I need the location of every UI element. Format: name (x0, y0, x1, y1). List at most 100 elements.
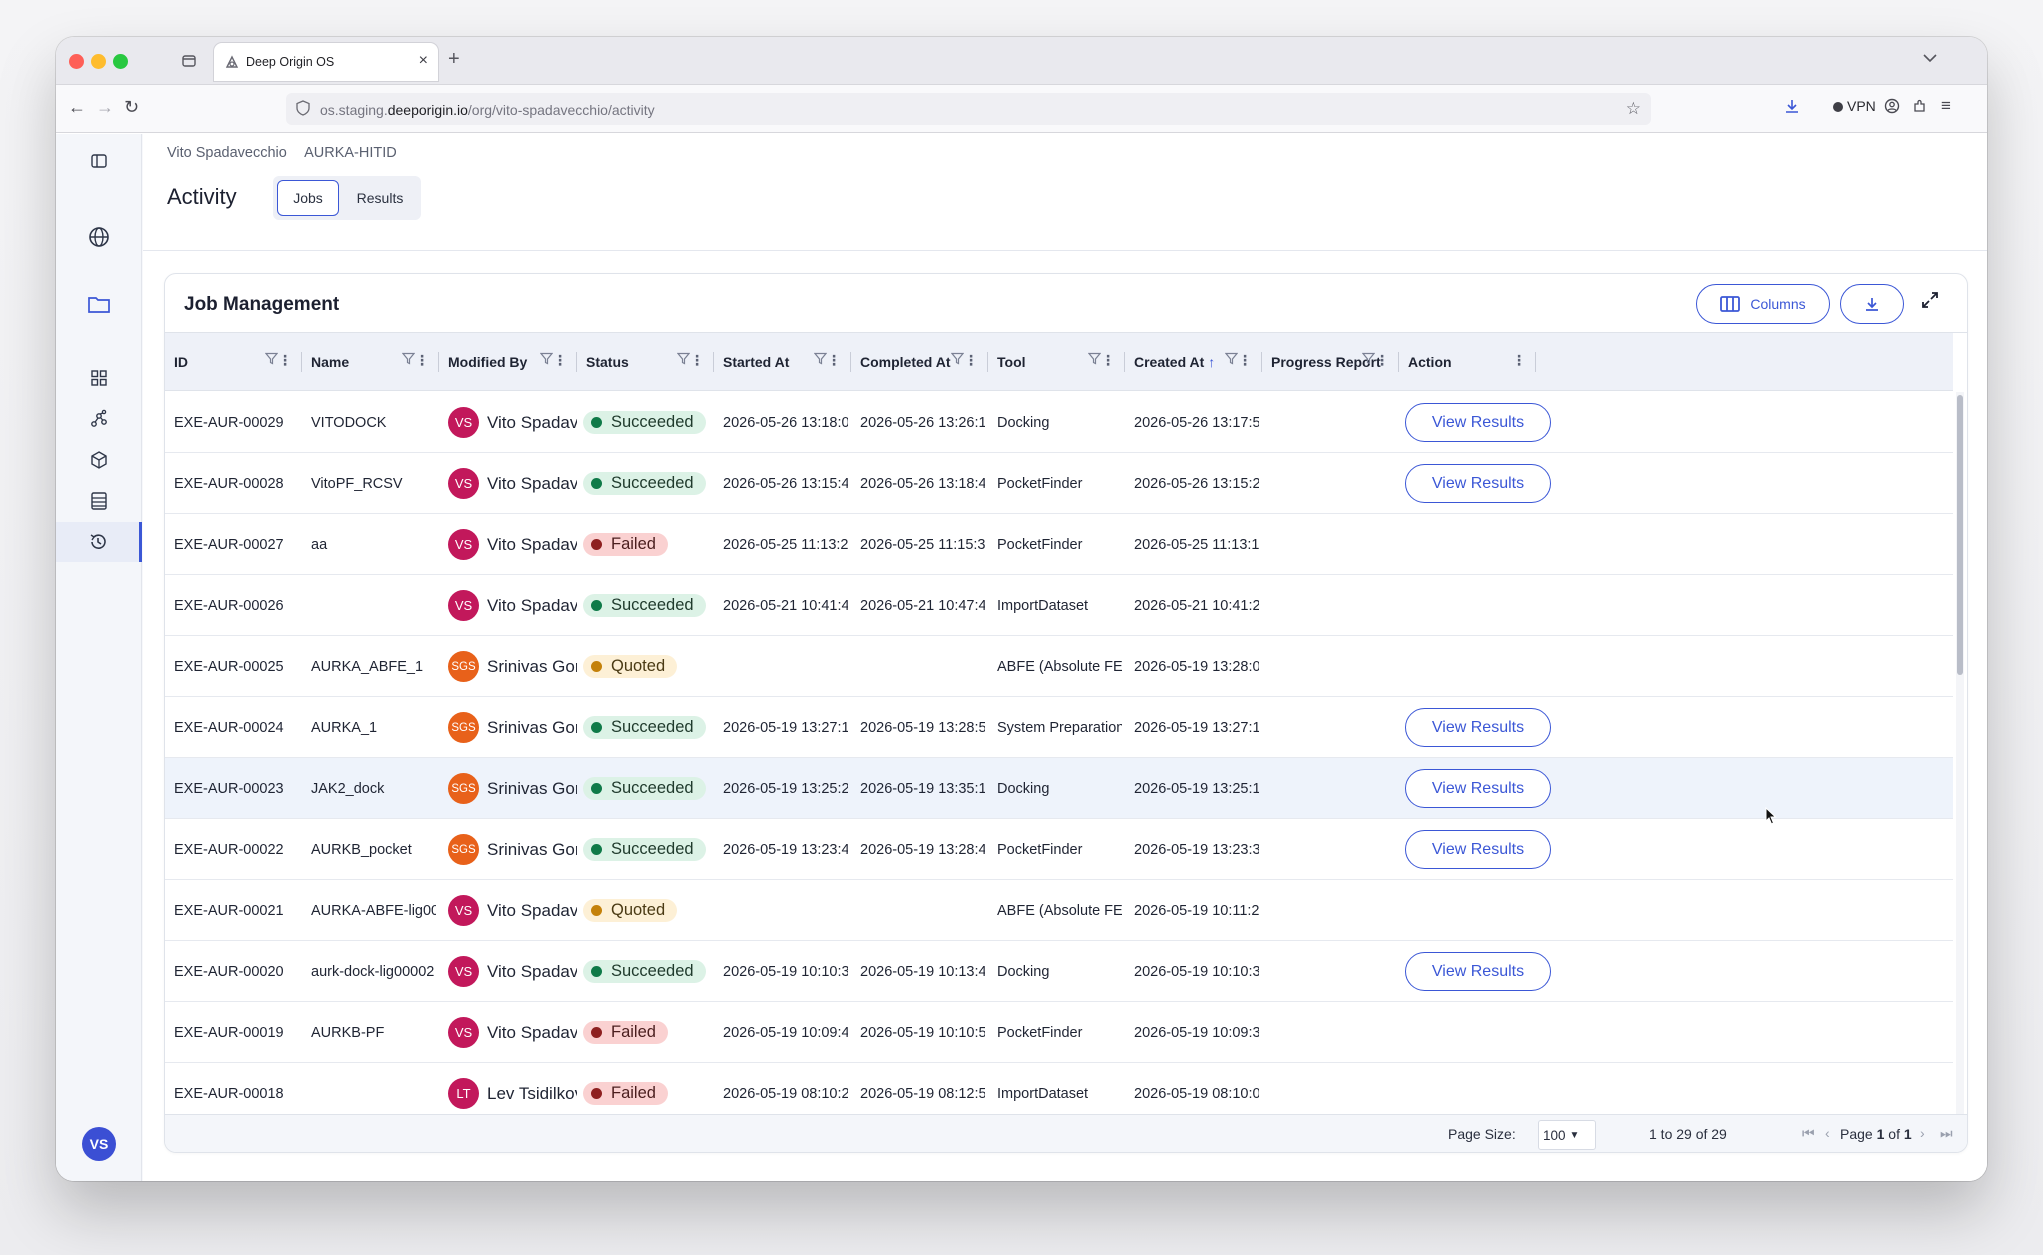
status-dot-icon (591, 478, 602, 489)
column-menu-icon[interactable]: ⋮ (964, 352, 978, 369)
view-results-button[interactable]: View Results (1405, 952, 1551, 991)
status-dot-icon (591, 661, 602, 672)
bookmark-star-icon[interactable]: ☆ (1626, 99, 1641, 119)
filter-icon[interactable] (1361, 352, 1376, 368)
user-name: Vito Spadavecc (487, 595, 577, 615)
table-row[interactable]: EXE-AUR-00027 aa VS Vito Spadavecc Failed 202… (165, 514, 1953, 575)
column-header-progress[interactable]: Progress Report ⋮ (1262, 333, 1399, 391)
column-menu-icon[interactable]: ⋮ (690, 352, 704, 369)
reload-icon[interactable]: ↻ (124, 97, 139, 118)
column-header-completed[interactable]: Completed At ⋮ (851, 333, 988, 391)
grid-icon[interactable] (56, 358, 142, 398)
breadcrumb-org[interactable]: Vito Spadavecchio (167, 145, 287, 161)
filter-icon[interactable] (401, 352, 416, 368)
page-size-select[interactable]: 100 ▼ (1538, 1120, 1596, 1150)
cell-created-at: 2026-05-19 08:10:01 (1134, 1085, 1259, 1102)
column-resize-handle[interactable] (1535, 352, 1536, 372)
column-menu-icon[interactable]: ⋮ (1512, 352, 1526, 369)
view-results-button[interactable]: View Results (1405, 708, 1551, 747)
browser-tab-active[interactable]: Deep Origin OS × (214, 43, 438, 81)
panel-toggle-icon[interactable] (56, 141, 142, 181)
table-row[interactable]: EXE-AUR-00019 AURKB-PF VS Vito Spadavecc Fai… (165, 1002, 1953, 1063)
cube-icon[interactable] (56, 440, 142, 480)
column-header-name[interactable]: Name ⋮ (302, 333, 439, 391)
table-scroll-thumb[interactable] (1957, 395, 1963, 675)
last-page-icon[interactable]: ⏭ (1940, 1125, 1953, 1142)
table-row[interactable]: EXE-AUR-00029 VITODOCK VS Vito Spadavecc Suc… (165, 392, 1953, 453)
cell-id: EXE-AUR-00029 (174, 414, 284, 431)
folder-icon[interactable] (56, 284, 142, 324)
table-scrollbar[interactable] (1956, 392, 1964, 1115)
filter-icon[interactable] (1224, 352, 1239, 368)
address-bar[interactable]: os.staging.deeporigin.io/org/vito-spadav… (286, 93, 1651, 125)
first-page-icon[interactable]: ⏮ (1802, 1125, 1815, 1142)
column-menu-icon[interactable]: ⋮ (1101, 352, 1115, 369)
column-header-id[interactable]: ID ⋮ (165, 333, 302, 391)
table-row[interactable]: EXE-AUR-00024AURKA_1SGSSrinivas Gorur SS… (165, 697, 1953, 758)
view-results-button[interactable]: View Results (1405, 464, 1551, 503)
sort-ascending-icon[interactable]: ↑ (1208, 354, 1215, 370)
columns-button[interactable]: Columns (1696, 284, 1830, 324)
extensions-icon[interactable] (1912, 98, 1928, 118)
globe-icon[interactable] (56, 217, 142, 257)
next-page-icon[interactable]: › (1920, 1125, 1925, 1141)
column-header-user[interactable]: Modified By ⋮ (439, 333, 577, 391)
filter-icon[interactable] (676, 352, 691, 368)
filter-icon[interactable] (813, 352, 828, 368)
column-menu-icon[interactable]: ⋮ (415, 352, 429, 369)
vpn-button[interactable]: VPN (1833, 98, 1876, 114)
column-header-tool[interactable]: Tool ⋮ (988, 333, 1125, 391)
table-row[interactable]: EXE-AUR-00023 JAK2_dock SGS Srinivas Gorur … (165, 758, 1953, 819)
downloads-icon[interactable] (1784, 98, 1800, 118)
site-security-icon[interactable] (296, 100, 310, 119)
column-menu-icon[interactable]: ⋮ (1375, 352, 1389, 369)
column-menu-icon[interactable]: ⋮ (278, 352, 292, 369)
tab-results[interactable]: Results (345, 180, 415, 216)
tab-overview-icon[interactable] (181, 53, 197, 73)
tab-list-chevron-icon[interactable] (1923, 50, 1937, 66)
column-header-started[interactable]: Started At ⋮ (714, 333, 851, 391)
account-icon[interactable] (1884, 98, 1900, 118)
back-arrow-icon[interactable]: ← (68, 97, 86, 118)
breadcrumb-project[interactable]: AURKA-HITID (304, 145, 397, 161)
filter-icon[interactable] (950, 352, 965, 368)
filter-icon[interactable] (1087, 352, 1102, 368)
close-tab-icon[interactable]: × (419, 52, 428, 70)
browser-menu-icon[interactable]: ≡ (1941, 96, 1951, 116)
molecule-icon[interactable] (56, 399, 142, 439)
cell-progress-report (1271, 758, 1396, 819)
column-header-action[interactable]: Action ⋮ (1399, 333, 1536, 391)
table-row[interactable]: EXE-AUR-00018 LT Lev Tsidilkovski Failed 202… (165, 1063, 1953, 1115)
view-results-button[interactable]: View Results (1405, 769, 1551, 808)
status-badge: Quoted (583, 899, 678, 922)
column-menu-icon[interactable]: ⋮ (1238, 352, 1252, 369)
view-results-button[interactable]: View Results (1405, 830, 1551, 869)
filter-icon[interactable] (264, 352, 279, 368)
new-tab-button[interactable]: + (448, 48, 460, 71)
export-button[interactable] (1840, 284, 1904, 324)
table-row[interactable]: EXE-AUR-00020 aurk-dock-lig00002 VS Vito Sp… (165, 941, 1953, 1002)
table-icon[interactable] (56, 481, 142, 521)
table-row[interactable]: EXE-AUR-00025 AURKA_ABFE_1 SGS Srinivas Gor… (165, 636, 1953, 697)
view-results-button[interactable]: View Results (1405, 403, 1551, 442)
column-menu-icon[interactable]: ⋮ (553, 352, 567, 369)
column-menu-icon[interactable]: ⋮ (827, 352, 841, 369)
expand-icon[interactable] (1920, 290, 1940, 316)
forward-arrow-icon[interactable]: → (96, 97, 114, 118)
table-row[interactable]: EXE-AUR-00026 VS Vito Spadavecc Succeeded 20… (165, 575, 1953, 636)
user-avatar[interactable]: VS (82, 1127, 116, 1161)
column-header-status[interactable]: Status ⋮ (577, 333, 714, 391)
status-badge: Succeeded (583, 716, 706, 739)
minimize-window-button[interactable] (91, 54, 106, 69)
column-header-created[interactable]: Created At ↑ ⋮ (1125, 333, 1262, 391)
table-row[interactable]: EXE-AUR-00028 VitoPF_RCSV VS Vito Spadavecc… (165, 453, 1953, 514)
prev-page-icon[interactable]: ‹ (1825, 1125, 1830, 1141)
history-icon[interactable] (56, 522, 142, 562)
table-row[interactable]: EXE-AUR-00021 AURKA-ABFE-lig0001 VS Vito Sp… (165, 880, 1953, 941)
table-row[interactable]: EXE-AUR-00022 AURKB_pocket SGS Srinivas Gor… (165, 819, 1953, 880)
user-name: Srinivas Gorur S (487, 778, 577, 798)
tab-jobs[interactable]: Jobs (277, 180, 339, 216)
close-window-button[interactable] (69, 54, 84, 69)
maximize-window-button[interactable] (113, 54, 128, 69)
filter-icon[interactable] (539, 352, 554, 368)
